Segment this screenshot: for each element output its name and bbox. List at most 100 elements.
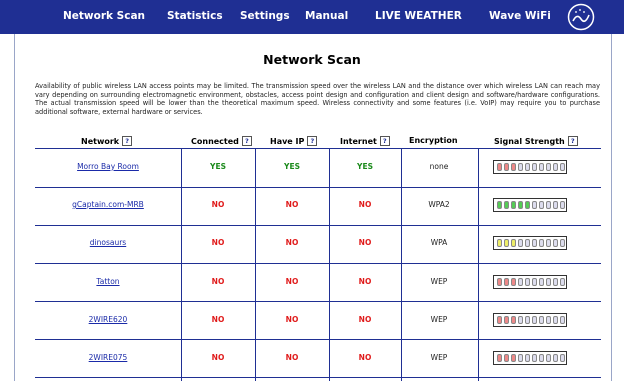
signal-bar [553,163,558,171]
signal-bar [497,163,502,171]
column-divider [181,148,182,381]
signal-bar [525,278,530,286]
internet-status: NO [358,277,372,286]
signal-bar [539,239,544,247]
help-icon[interactable]: ? [379,136,390,146]
column-divider [255,148,256,381]
network-link[interactable]: gCaptain.com-MRB [68,200,148,209]
signal-bar [560,201,565,209]
network-link[interactable]: 2WIRE620 [68,315,148,324]
signal-strength-meter [493,351,567,365]
signal-bar [497,354,502,362]
signal-strength-meter [493,198,567,212]
have-ip-status: NO [285,353,299,362]
signal-bar [546,201,551,209]
header-connected: Connected ? [191,136,252,146]
signal-bar [532,201,537,209]
nav-wave-wifi[interactable]: Wave WiFi [489,10,551,22]
signal-bar [546,163,551,171]
signal-bar [511,278,516,286]
header-encryption: Encryption [409,136,458,145]
header-internet-label: Internet [340,136,377,146]
signal-bar [504,163,509,171]
signal-bar [553,316,558,324]
help-icon[interactable]: ? [241,136,252,146]
table-rule [35,187,601,188]
network-link[interactable]: Tatton [68,277,148,286]
network-link[interactable]: 2WIRE075 [68,353,148,362]
nav-statistics[interactable]: Statistics [167,10,223,22]
signal-bar [518,239,523,247]
signal-bar [518,201,523,209]
signal-bar [497,316,502,324]
help-icon[interactable]: ? [567,136,578,146]
nav-live-weather[interactable]: LIVE WEATHER [375,10,462,22]
internet-status: NO [358,238,372,247]
signal-bar [497,239,502,247]
header-signal-strength-label: Signal Strength [494,136,565,146]
signal-bar [553,201,558,209]
signal-bar [518,163,523,171]
signal-bar [560,163,565,171]
have-ip-status: NO [285,238,299,247]
encryption-value: WEP [430,315,448,324]
table-rule [35,263,601,264]
header-encryption-label: Encryption [409,136,458,145]
signal-strength-meter [493,160,567,174]
signal-bar [553,354,558,362]
help-icon[interactable]: ? [122,136,133,146]
signal-bar [504,239,509,247]
encryption-value: WPA [430,238,448,247]
wave-logo-icon[interactable] [567,3,595,31]
have-ip-status: NO [285,277,299,286]
signal-strength-meter [493,313,567,327]
column-divider [401,148,402,381]
signal-bar [525,354,530,362]
network-link[interactable]: dinosaurs [68,238,148,247]
column-divider [478,148,479,381]
intro-text: Availability of public wireless LAN acce… [35,82,600,116]
signal-strength-meter [493,275,567,289]
signal-bar [560,239,565,247]
connected-status: NO [211,238,225,247]
signal-bar [539,201,544,209]
internet-status: NO [358,353,372,362]
have-ip-status: NO [285,315,299,324]
signal-bar [525,163,530,171]
header-have-ip: Have IP ? [270,136,318,146]
connected-status: YES [210,162,226,171]
signal-bar [546,278,551,286]
signal-bar [504,316,509,324]
header-signal-strength: Signal Strength ? [494,136,578,146]
table-rule [35,225,601,226]
signal-bar [518,354,523,362]
connected-status: NO [211,315,225,324]
encryption-value: WPA2 [428,200,450,209]
signal-bar [504,201,509,209]
nav-manual[interactable]: Manual [305,10,348,22]
signal-bar [539,316,544,324]
help-icon[interactable]: ? [307,136,318,146]
signal-bar [525,201,530,209]
internet-status: NO [358,315,372,324]
signal-bar [504,278,509,286]
signal-bar [532,239,537,247]
table-rule [35,148,601,149]
signal-bar [532,316,537,324]
nav-network-scan[interactable]: Network Scan [63,10,145,22]
nav-settings[interactable]: Settings [240,10,290,22]
signal-bar [539,163,544,171]
internet-status: YES [357,162,373,171]
signal-bar [497,201,502,209]
signal-bar [553,278,558,286]
signal-bar [560,354,565,362]
header-network: Network ? [81,136,133,146]
signal-bar [532,354,537,362]
table-rule [35,301,601,302]
connected-status: NO [211,353,225,362]
signal-bar [525,316,530,324]
signal-bar [532,278,537,286]
network-link[interactable]: Morro Bay Room [68,162,148,171]
encryption-value: none [429,162,449,171]
header-internet: Internet ? [340,136,390,146]
